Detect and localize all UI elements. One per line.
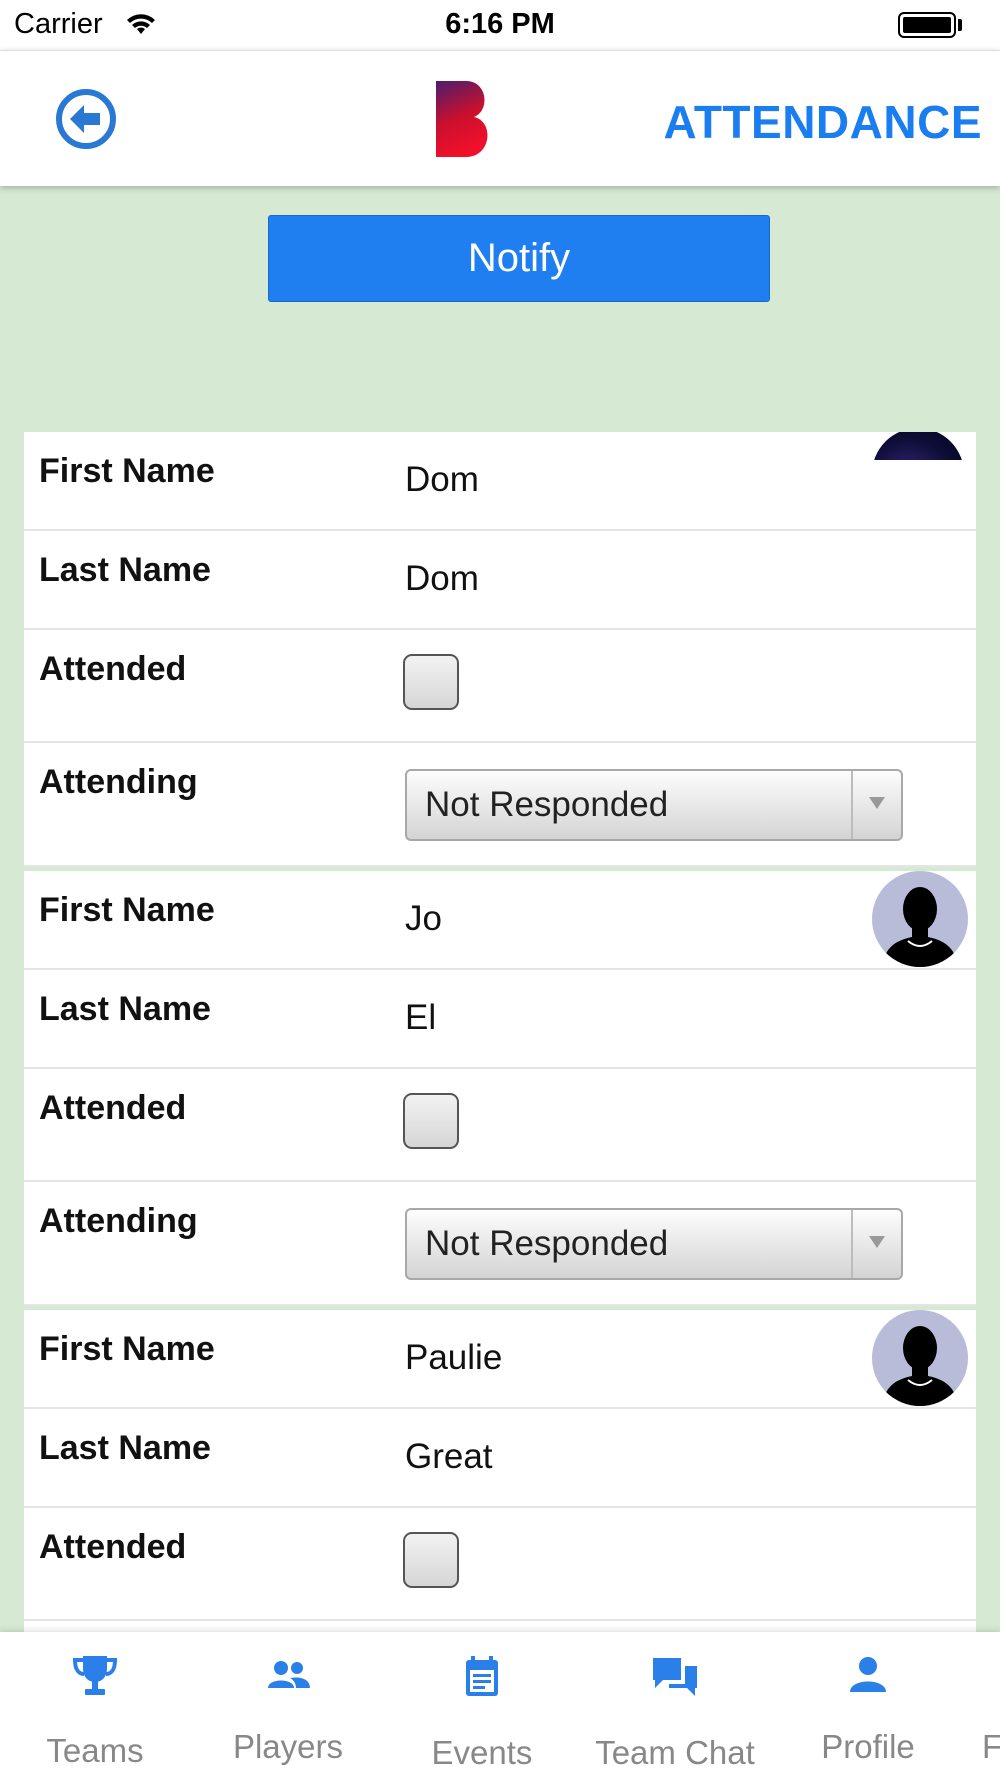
first-name-label: First Name (39, 891, 215, 929)
attending-select-value: Not Responded (425, 785, 669, 824)
status-time: 6:16 PM (445, 8, 555, 40)
first-name-label: First Name (39, 452, 215, 490)
attendance-list: First Name Dom Last Name Dom Attended At… (24, 432, 976, 1632)
attended-checkbox[interactable] (403, 654, 459, 710)
last-name-value: Dom (405, 559, 479, 598)
player-card: First Name Paulie Last Name Great Attend… (24, 1310, 976, 1632)
player-card: First Name Dom Last Name Dom Attended At… (24, 432, 976, 867)
tab-label: Events (431, 1734, 533, 1771)
tab-label: Profile (821, 1728, 915, 1765)
first-name-value: Dom (405, 460, 479, 499)
nav-header: ATTENDANCE (0, 50, 1000, 186)
first-name-row: First Name Paulie (24, 1310, 976, 1409)
tab-label: F (982, 1728, 1000, 1765)
attending-row (24, 1621, 976, 1632)
attended-label: Attended (39, 1089, 187, 1127)
page-title: ATTENDANCE (663, 96, 982, 148)
attending-row: Attending Not Responded (24, 1182, 976, 1306)
player-avatar[interactable] (872, 1310, 968, 1406)
player-avatar[interactable] (872, 871, 968, 967)
people-icon (268, 1661, 310, 1688)
attended-row: Attended (24, 1508, 976, 1621)
attended-checkbox[interactable] (403, 1532, 459, 1588)
tab-label: Team Chat (595, 1734, 755, 1771)
notify-button[interactable]: Notify (268, 215, 770, 302)
attended-checkbox[interactable] (403, 1093, 459, 1149)
attending-label: Attending (39, 1202, 198, 1240)
attended-label: Attended (39, 1528, 187, 1566)
chat-icon (653, 1658, 697, 1696)
first-name-label: First Name (39, 1330, 215, 1368)
first-name-row: First Name Dom (24, 432, 976, 531)
last-name-row: Last Name Great (24, 1409, 976, 1508)
first-name-value: Paulie (405, 1338, 503, 1377)
dropdown-arrow-icon (869, 797, 885, 809)
tab-label: Teams (46, 1732, 144, 1769)
player-card: First Name Jo Last Name El Attended Atte… (24, 871, 976, 1306)
dropdown-arrow-icon (869, 1236, 885, 1248)
attended-row: Attended (24, 630, 976, 743)
last-name-label: Last Name (39, 551, 211, 589)
last-name-row: Last Name El (24, 970, 976, 1069)
last-name-label: Last Name (39, 1429, 211, 1467)
tab-events[interactable]: Events (387, 1632, 577, 1778)
silhouette-icon (882, 887, 958, 967)
last-name-value: El (405, 998, 437, 1037)
last-name-label: Last Name (39, 990, 211, 1028)
back-arrow-icon[interactable] (54, 87, 118, 151)
tab-teams[interactable]: Teams (0, 1632, 190, 1778)
first-name-row: First Name Jo (24, 871, 976, 970)
attended-row: Attended (24, 1069, 976, 1182)
trophy-icon (72, 1656, 118, 1695)
tab-profile[interactable]: Profile (773, 1632, 963, 1778)
tab-label: Players (232, 1728, 344, 1765)
attending-row: Attending Not Responded (24, 743, 976, 867)
player-avatar[interactable] (872, 432, 964, 460)
brand-logo (436, 81, 488, 157)
silhouette-icon (882, 1326, 958, 1406)
attending-select[interactable]: Not Responded (405, 769, 903, 841)
tab-more[interactable]: F (978, 1632, 1000, 1778)
battery-icon (898, 12, 956, 38)
attending-select-value: Not Responded (425, 1224, 669, 1263)
tab-team-chat[interactable]: Team Chat (580, 1632, 770, 1778)
attending-select[interactable]: Not Responded (405, 1208, 903, 1280)
attended-label: Attended (39, 650, 187, 688)
last-name-value: Great (405, 1437, 493, 1476)
last-name-row: Last Name Dom (24, 531, 976, 630)
attending-label: Attending (39, 763, 198, 801)
calendar-icon (466, 1656, 498, 1696)
tab-players[interactable]: Players (193, 1632, 383, 1778)
first-name-value: Jo (405, 899, 442, 938)
status-bar: Carrier 6:16 PM (0, 0, 1000, 50)
person-icon (850, 1657, 886, 1692)
tab-bar: Teams Players Events Team Chat Profile F (0, 1632, 1000, 1778)
